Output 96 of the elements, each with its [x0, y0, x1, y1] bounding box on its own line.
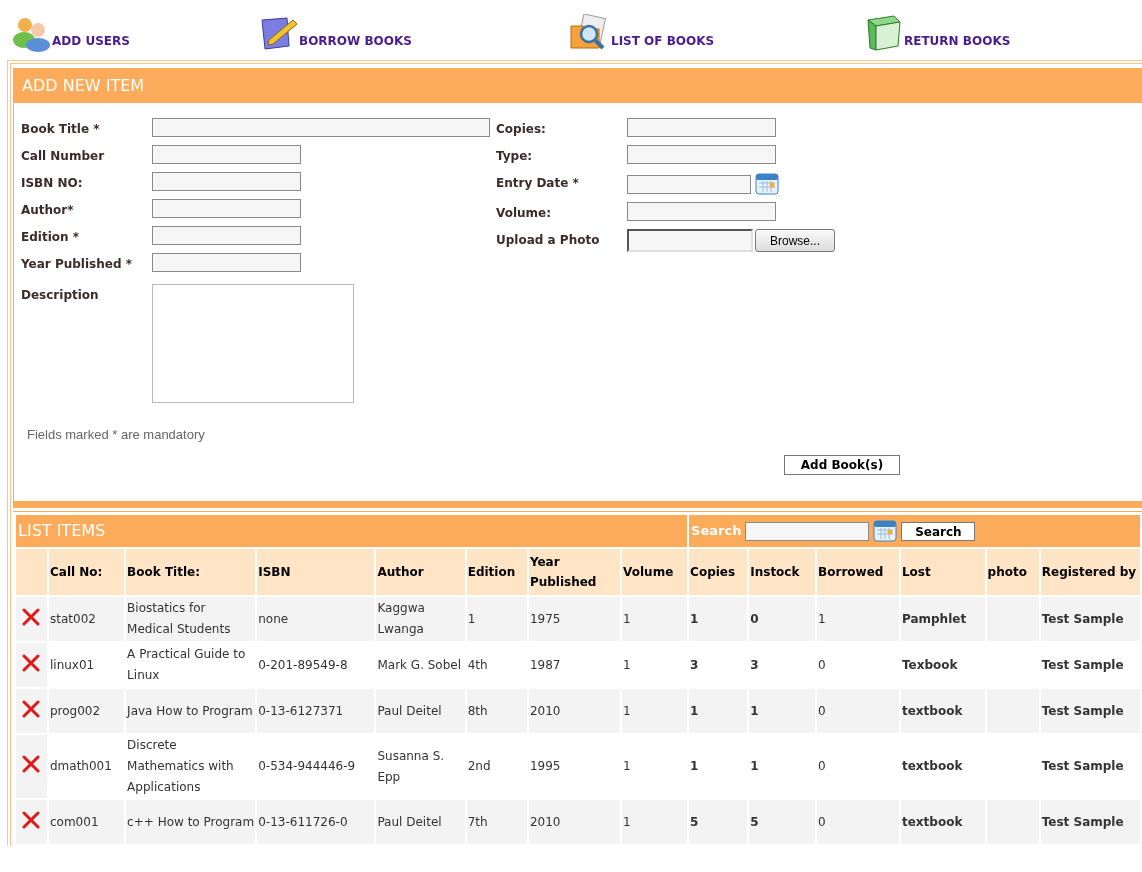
add-book-button[interactable]: Add Book(s)	[784, 454, 900, 475]
field-label: Upload a Photo	[496, 232, 601, 249]
column-header: Book Title:	[126, 549, 256, 595]
column-header: Registered by	[1040, 549, 1140, 595]
table-cell: Pamphlet	[900, 597, 985, 641]
description-field[interactable]	[152, 284, 354, 403]
header-cell	[16, 549, 47, 595]
table-cell: 5	[689, 800, 748, 844]
column-header: Lost	[900, 549, 985, 595]
table-cell: c++ How to Program	[126, 800, 256, 844]
column-header: photo	[986, 549, 1039, 595]
table-cell: Java How to Program	[126, 689, 256, 733]
users-icon	[12, 16, 52, 52]
table-cell: com001	[49, 800, 125, 844]
column-header: Author	[376, 549, 465, 595]
notepad-pencil-icon	[259, 16, 299, 52]
table-cell: Test Sample	[1040, 597, 1140, 641]
field-label: Edition *	[21, 229, 80, 246]
nav-link[interactable]: RETURN BOOKS	[864, 14, 1064, 52]
field-label: Volume:	[496, 205, 552, 222]
column-header: Volume	[622, 549, 688, 595]
column-header: Call No:	[49, 549, 125, 595]
table-cell: 0-13-6127371	[257, 689, 375, 733]
table-cell: 0	[817, 800, 899, 844]
table-cell: 1	[817, 597, 899, 641]
table-cell: 1	[622, 689, 688, 733]
table-cell: 0	[749, 597, 816, 641]
input-field[interactable]	[152, 226, 301, 245]
input-field[interactable]	[152, 172, 301, 191]
delete-icon[interactable]	[22, 755, 41, 773]
column-header: Instock	[749, 549, 816, 595]
table-cell: 1	[622, 800, 688, 844]
browse-button[interactable]: Browse...	[755, 229, 835, 252]
column-header: Copies	[689, 549, 748, 595]
search-label: Search	[691, 522, 742, 541]
list-title: LIST ITEMS	[18, 521, 106, 540]
calendar-icon[interactable]	[873, 519, 898, 543]
table-cell: Biostatics for Medical Students	[126, 597, 256, 641]
table-cell: 1	[622, 597, 688, 641]
book-icon	[864, 14, 904, 52]
panel-title: ADD NEW ITEM	[22, 75, 145, 97]
table-cell: 7th	[466, 800, 527, 844]
input-field[interactable]	[152, 199, 301, 218]
field-label: Copies:	[496, 121, 547, 138]
table-cell: 1975	[528, 597, 621, 641]
field-label: Year Published *	[21, 256, 133, 273]
calendar-icon[interactable]	[755, 172, 779, 196]
table-cell: prog002	[49, 689, 125, 733]
field-label: Author*	[21, 202, 75, 219]
table-cell: 5	[749, 800, 816, 844]
table-cell: Test Sample	[1040, 800, 1140, 844]
input-field[interactable]	[627, 145, 776, 164]
table-cell: 2010	[528, 800, 621, 844]
input-field[interactable]	[627, 202, 776, 221]
table-cell: none	[257, 597, 375, 641]
input-field[interactable]	[627, 118, 776, 137]
input-field[interactable]	[152, 253, 301, 272]
nav-link[interactable]: ADD USERS	[12, 16, 259, 52]
table-cell: Paul Deitel	[376, 689, 465, 733]
search-button[interactable]: Search	[901, 521, 976, 541]
delete-icon[interactable]	[22, 699, 41, 718]
table-cell: 1	[749, 689, 816, 733]
field-label: Description	[21, 287, 100, 304]
table-cell: 2010	[528, 689, 621, 733]
search-field[interactable]	[745, 521, 870, 541]
table-cell: 8th	[466, 689, 527, 733]
table-cell: 0	[817, 689, 899, 733]
file-field[interactable]	[627, 229, 753, 252]
field-label: Call Number	[21, 148, 106, 165]
delete-icon[interactable]	[22, 810, 41, 829]
table-cell: textbook	[900, 689, 985, 733]
input-field[interactable]	[152, 145, 301, 164]
table-cell: Test Sample	[1040, 689, 1140, 733]
input-field[interactable]	[152, 118, 490, 137]
column-header: ISBN	[257, 549, 375, 595]
delete-icon[interactable]	[22, 607, 41, 626]
field-label: ISBN NO:	[21, 175, 84, 192]
field-label: Book Title *	[21, 121, 101, 138]
table-cell: 1	[689, 689, 748, 733]
table-cell: Kaggwa Lwanga	[376, 597, 465, 641]
date-field[interactable]	[627, 174, 751, 194]
table-cell: 1	[466, 597, 527, 641]
table-cell: textbook	[900, 800, 985, 844]
table-cell: 0-13-611726-0	[257, 800, 375, 844]
column-header: Borrowed	[817, 549, 899, 595]
delete-icon[interactable]	[22, 653, 41, 672]
table-cell: Paul Deitel	[376, 800, 465, 844]
mandatory-note: Fields marked * are mandatory	[26, 426, 206, 444]
column-header: Year Published	[528, 549, 621, 595]
nav-link[interactable]: LIST OF BOOKS	[569, 14, 864, 52]
field-label: Type:	[496, 148, 534, 165]
table-cell: 1	[689, 597, 748, 641]
column-header: Edition	[466, 549, 527, 595]
field-label: Entry Date *	[496, 175, 580, 192]
nav-link[interactable]: BORROW BOOKS	[259, 16, 569, 52]
table-cell: stat002	[49, 597, 125, 641]
